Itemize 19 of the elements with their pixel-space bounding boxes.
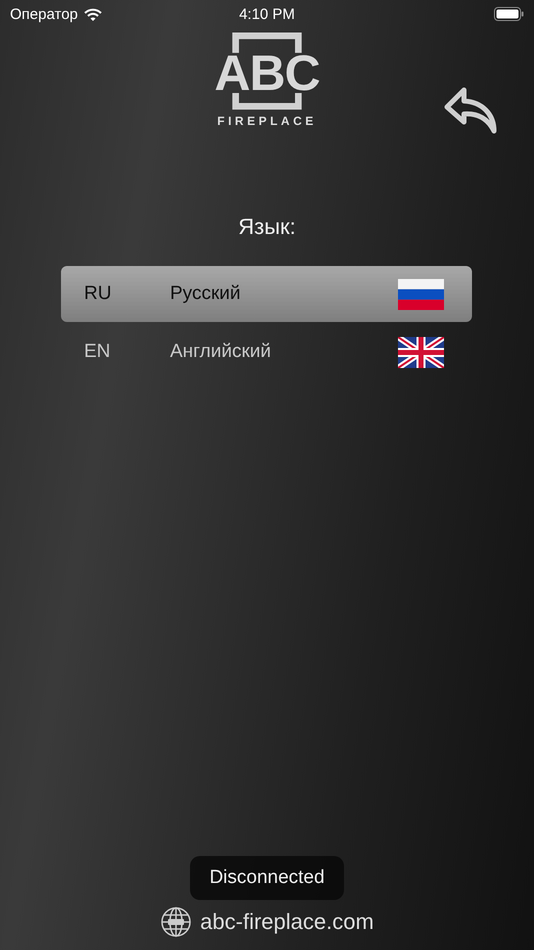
language-name: Английский — [170, 341, 272, 363]
carrier-name: Оператор — [10, 6, 78, 22]
language-code: EN — [84, 341, 112, 363]
website-link[interactable]: abc-fireplace.com — [200, 909, 374, 935]
battery-icon — [494, 7, 524, 21]
uk-flag-icon — [398, 336, 444, 368]
clock-time: 4:10 PM — [239, 6, 295, 22]
back-arrow-icon — [444, 86, 498, 134]
language-row[interactable]: EN Английский — [61, 324, 472, 380]
logo-subtitle: FIREPLACE — [217, 114, 317, 128]
wifi-icon — [84, 8, 102, 20]
globe-icon — [160, 906, 192, 938]
language-code: RU — [84, 283, 112, 305]
language-heading: Язык: — [237, 214, 297, 240]
status-toast: Disconnected — [190, 856, 344, 900]
language-row[interactable]: RU Русский — [61, 266, 472, 322]
logo-wordmark: ABC — [213, 52, 321, 93]
language-name: Русский — [170, 283, 242, 305]
russia-flag-icon — [398, 278, 444, 310]
